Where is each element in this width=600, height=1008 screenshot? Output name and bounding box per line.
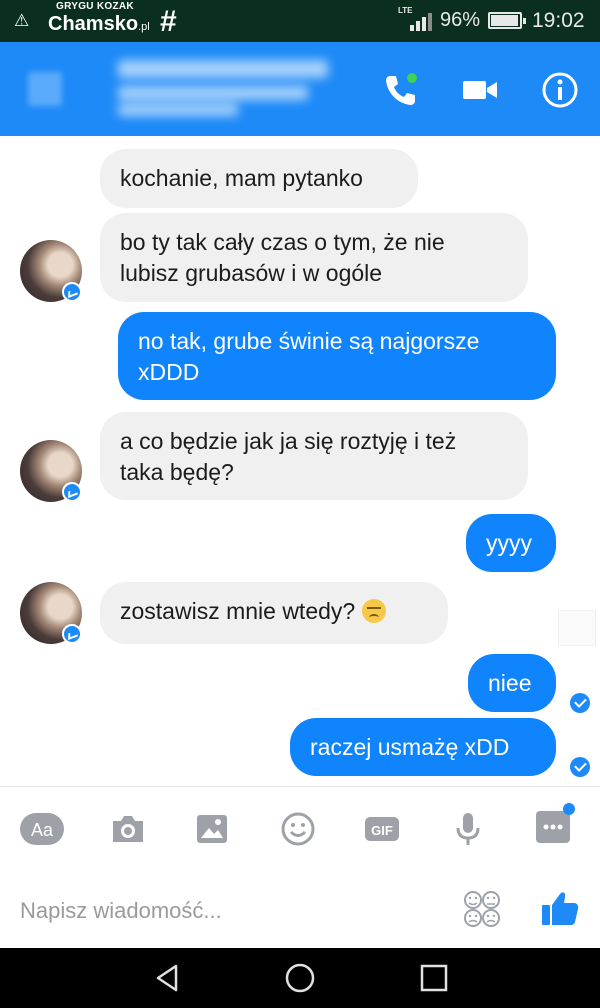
messenger-badge-icon	[62, 624, 82, 644]
message-bubble-outgoing[interactable]: yyyy	[466, 514, 556, 572]
disappointed-face-icon	[361, 599, 386, 623]
phone-call-icon[interactable]	[380, 70, 420, 110]
battery-percent: 96%	[440, 9, 481, 31]
decorative-square	[558, 610, 596, 646]
messenger-badge-icon	[62, 482, 82, 502]
conversation-header	[0, 42, 600, 136]
watermark-tld: .pl	[138, 21, 150, 33]
watermark-logo: Chamsko.pl	[48, 13, 150, 36]
message-list[interactable]: kochanie, mam pytanko bo ty tak cały cza…	[0, 136, 600, 786]
back-icon[interactable]	[28, 72, 62, 106]
composer	[0, 870, 600, 948]
thumbs-up-icon[interactable]	[540, 888, 580, 928]
gif-label: GIF	[371, 823, 393, 838]
video-camera-icon[interactable]	[460, 70, 500, 110]
message-bubble-outgoing[interactable]: niee	[468, 654, 556, 712]
stickers-icon[interactable]	[462, 890, 502, 928]
emoji-icon[interactable]	[278, 809, 318, 849]
message-input[interactable]	[20, 894, 440, 928]
message-bubble-incoming[interactable]: a co będzie jak ja się roztyję i też tak…	[100, 412, 528, 500]
text-format-label: Aa	[31, 820, 54, 840]
message-bubble-outgoing[interactable]: raczej usmażę xDD	[290, 718, 556, 776]
read-receipt-icon	[570, 757, 590, 777]
messenger-badge-icon	[62, 282, 82, 302]
navigation-bar	[0, 948, 600, 1008]
message-bubble-incoming[interactable]: kochanie, mam pytanko	[100, 149, 418, 208]
composer-toolbar: Aa GIF	[0, 786, 600, 870]
back-nav-icon[interactable]	[152, 962, 184, 994]
gif-icon[interactable]: GIF	[362, 809, 402, 849]
watermark-logo-text: Chamsko	[48, 13, 139, 35]
signal-icon	[398, 13, 432, 31]
message-bubble-incoming[interactable]: zostawisz mnie wtedy?	[100, 582, 448, 644]
home-nav-icon[interactable]	[284, 962, 316, 994]
message-text: zostawisz mnie wtedy?	[120, 598, 356, 624]
watermark-hash-icon: #	[160, 5, 177, 38]
recents-nav-icon[interactable]	[418, 962, 450, 994]
battery-icon	[488, 12, 526, 29]
message-bubble-outgoing[interactable]: no tak, grube świnie są najgorsze xDDD	[118, 312, 556, 400]
more-icon[interactable]	[532, 801, 578, 847]
camera-icon[interactable]	[108, 809, 148, 849]
watermark-caption: GRYGU KOZAK	[56, 1, 134, 12]
clock: 19:02	[532, 9, 585, 32]
read-receipt-icon	[570, 693, 590, 713]
microphone-icon[interactable]	[448, 809, 488, 849]
gallery-icon[interactable]	[192, 809, 232, 849]
status-bar: ⚠ GRYGU KOZAK Chamsko.pl # LTE 96% 19:02	[0, 0, 600, 42]
info-icon[interactable]	[540, 70, 580, 110]
warning-icon: ⚠	[14, 11, 30, 30]
text-format-icon[interactable]: Aa	[20, 809, 64, 849]
contact-name-blurred[interactable]	[118, 60, 332, 118]
message-bubble-incoming[interactable]: bo ty tak cały czas o tym, że nie lubisz…	[100, 213, 528, 302]
